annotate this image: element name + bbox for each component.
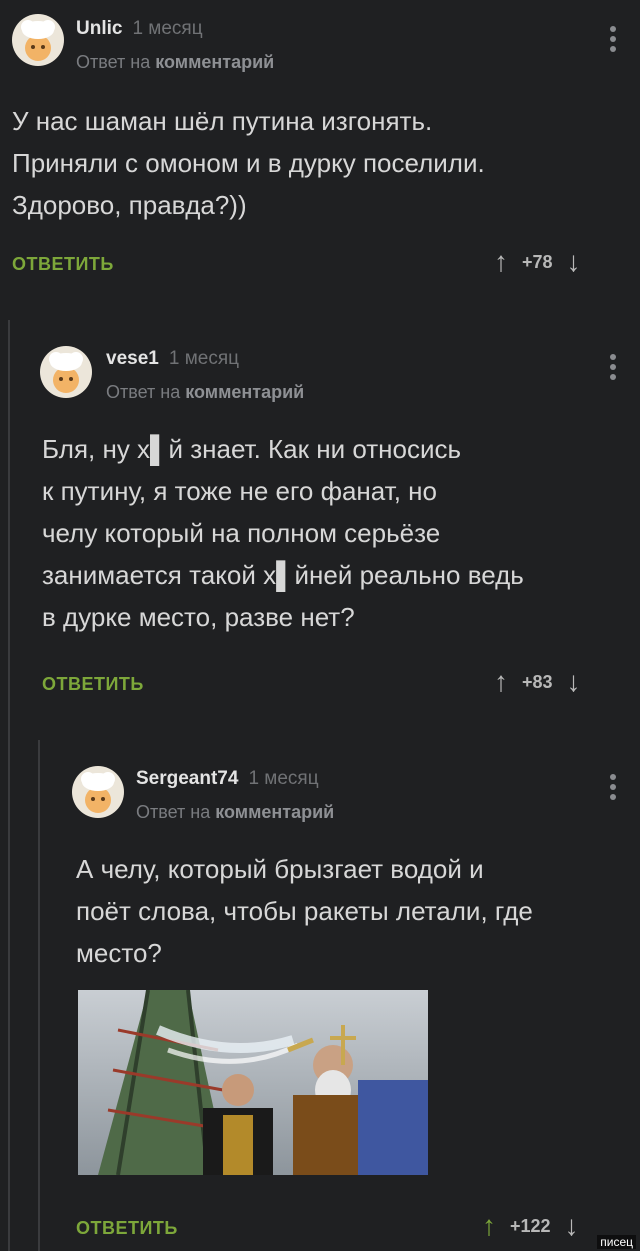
arrow-down-icon[interactable]: ↓ bbox=[565, 1212, 579, 1240]
comment-photo[interactable] bbox=[78, 990, 428, 1175]
comment-time: 1 месяц bbox=[248, 768, 319, 789]
thread-line-level-1 bbox=[8, 320, 10, 1251]
vote-controls: ↑ +83 ↓ bbox=[494, 668, 581, 696]
reply-to-link[interactable]: комментарий bbox=[185, 382, 304, 402]
reply-to-line: Ответ на комментарий bbox=[136, 802, 335, 822]
avatar[interactable] bbox=[40, 346, 92, 398]
comment-score: +122 bbox=[510, 1215, 551, 1236]
more-vertical-icon[interactable] bbox=[608, 774, 618, 804]
avatar[interactable] bbox=[72, 766, 124, 818]
comment-score: +83 bbox=[522, 671, 553, 692]
comment-text: У нас шаман шёл путина изгонять. Приняли… bbox=[12, 106, 485, 220]
more-vertical-icon[interactable] bbox=[608, 26, 618, 56]
reply-to-line: Ответ на комментарий bbox=[106, 382, 305, 402]
comment-score: +78 bbox=[522, 251, 553, 272]
comment-text: Бля, ну х▌й знает. Как ни относись к пут… bbox=[42, 434, 524, 632]
chef-avatar-icon bbox=[21, 20, 55, 61]
arrow-up-icon[interactable]: ↑ bbox=[482, 1212, 496, 1240]
comment-time: 1 месяц bbox=[132, 18, 203, 39]
reply-to-link[interactable]: комментарий bbox=[155, 52, 274, 72]
arrow-down-icon[interactable]: ↓ bbox=[567, 668, 581, 696]
reply-button[interactable]: ОТВЕТИТЬ bbox=[42, 674, 144, 695]
vote-controls: ↑ +122 ↓ bbox=[482, 1212, 579, 1240]
chef-avatar-icon bbox=[49, 352, 83, 393]
comment-author[interactable]: Sergeant74 1 месяц bbox=[136, 768, 319, 790]
more-vertical-icon[interactable] bbox=[608, 354, 618, 384]
comment-author[interactable]: Unlic 1 месяц bbox=[76, 18, 203, 40]
comment-author[interactable]: vese1 1 месяц bbox=[106, 348, 239, 370]
arrow-up-icon[interactable]: ↑ bbox=[494, 668, 508, 696]
reply-button[interactable]: ОТВЕТИТЬ bbox=[76, 1218, 178, 1239]
chef-avatar-icon bbox=[81, 772, 115, 813]
thread-line-level-2 bbox=[38, 740, 40, 1251]
arrow-up-icon[interactable]: ↑ bbox=[494, 248, 508, 276]
vote-controls: ↑ +78 ↓ bbox=[494, 248, 581, 276]
photo-illustration bbox=[78, 990, 428, 1175]
reply-to-link[interactable]: комментарий bbox=[215, 802, 334, 822]
arrow-down-icon[interactable]: ↓ bbox=[567, 248, 581, 276]
reply-to-line: Ответ на комментарий bbox=[76, 52, 275, 72]
comment-text: А челу, который брызгает водой и поёт сл… bbox=[76, 854, 533, 968]
reply-button[interactable]: ОТВЕТИТЬ bbox=[12, 254, 114, 275]
avatar[interactable] bbox=[12, 14, 64, 66]
comment-time: 1 месяц bbox=[168, 348, 239, 369]
watermark: писец bbox=[597, 1235, 636, 1249]
